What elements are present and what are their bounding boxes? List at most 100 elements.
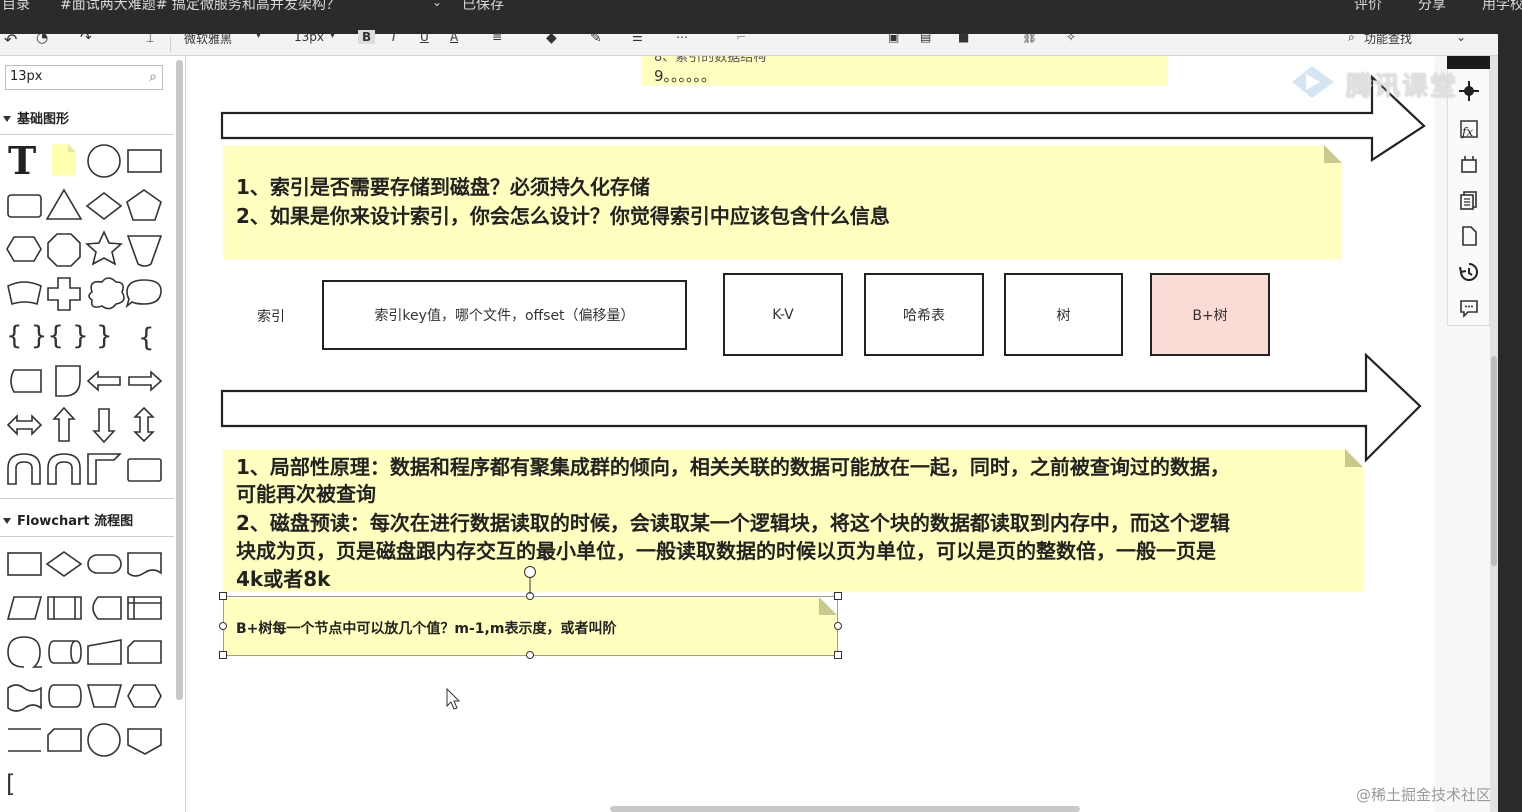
clear-format-icon[interactable]: ⌶ bbox=[146, 30, 154, 46]
connector-icon[interactable]: ⌐ bbox=[736, 30, 746, 44]
manual-operation-icon[interactable] bbox=[86, 684, 123, 708]
drawing-canvas[interactable]: 8、索引的数据结构 9。。。。。。 1、索引是否需要存储到磁盘？必须持久化存储 … bbox=[186, 56, 1434, 812]
chevron-down-icon[interactable]: ⌄ bbox=[1456, 30, 1466, 44]
predefined-process-icon[interactable] bbox=[47, 596, 82, 620]
resize-handle-w[interactable] bbox=[219, 622, 227, 630]
paper-tape-icon[interactable] bbox=[7, 684, 42, 712]
box-tree[interactable]: 树 bbox=[1004, 273, 1123, 356]
comment-button[interactable]: 评价 bbox=[1354, 0, 1382, 14]
parallel-mode-icon[interactable] bbox=[8, 728, 41, 752]
note-locality-line4: 块成为页，页是磁盘跟内存交互的最小单位，一般读取数据的时候以页为单位，可以是页的… bbox=[236, 539, 1216, 563]
loop-limit-icon[interactable] bbox=[47, 728, 82, 752]
note-bplus-node[interactable]: B+树每一个节点中可以放几个值？m-1,m表示度，或者叫阶 bbox=[223, 596, 838, 656]
direct-data-icon[interactable] bbox=[48, 640, 82, 664]
resize-handle-e[interactable] bbox=[834, 622, 842, 630]
note-bplus-text: B+树每一个节点中可以放几个值？m-1,m表示度，或者叫阶 bbox=[236, 621, 617, 637]
data-shape-icon[interactable] bbox=[6, 596, 43, 620]
resize-handle-nw[interactable] bbox=[219, 592, 227, 600]
window-edge bbox=[1498, 34, 1522, 812]
arrange-back-icon[interactable]: ▤ bbox=[920, 30, 931, 44]
formula-icon[interactable]: fx bbox=[1458, 118, 1480, 140]
shape-library-panel: 13px ⌕ 基础图形 T {}{}} {Flowchart 流程图 [ bbox=[0, 56, 186, 812]
terminator-shape-icon[interactable] bbox=[87, 554, 122, 574]
redo-icon[interactable]: ↷ bbox=[80, 30, 92, 46]
right-scrollbar[interactable] bbox=[1490, 56, 1498, 812]
preparation-shape-icon[interactable] bbox=[127, 684, 162, 708]
save-status: 已保存 bbox=[462, 0, 504, 13]
box-hash-table[interactable]: 哈希表 bbox=[864, 273, 984, 356]
internal-storage-icon[interactable] bbox=[127, 596, 162, 620]
chevron-down-icon[interactable]: ▾ bbox=[256, 30, 261, 41]
note-index-line1: 1、索引是否需要存储到磁盘？必须持久化存储 bbox=[236, 175, 650, 199]
history-icon[interactable] bbox=[1458, 261, 1480, 283]
search-icon[interactable]: ⌕ bbox=[1348, 30, 1355, 45]
note-locality-line1: 1、局部性原理：数据和程序都有聚集成群的倾向，相关关联的数据可能放在一起，同时，… bbox=[236, 455, 1230, 479]
page-icon[interactable] bbox=[1458, 225, 1480, 247]
connector-shape-icon[interactable] bbox=[87, 723, 121, 757]
box-kv[interactable]: K-V bbox=[723, 273, 843, 356]
canvas-horizontal-scrollbar[interactable] bbox=[610, 806, 1080, 812]
right-scrollbar-thumb[interactable] bbox=[1491, 356, 1497, 566]
card-shape-icon[interactable] bbox=[127, 640, 162, 664]
note-index-line2: 2、如果是你来设计索引，你会怎么设计？你觉得索引中应该包含什么信息 bbox=[236, 204, 890, 228]
resize-handle-se[interactable] bbox=[834, 651, 842, 659]
display-shape-icon[interactable] bbox=[48, 684, 82, 708]
app-window: 目录 #面试两大难题# 搞定微服务和高并发架构？ ⌄ 已保存 评价 分享 用学校… bbox=[0, 0, 1522, 812]
box-bplus-tree[interactable]: B+树 bbox=[1150, 273, 1270, 356]
label-index[interactable]: 索引 bbox=[257, 306, 285, 326]
underline-button[interactable]: U bbox=[420, 30, 429, 44]
annotation-shape-icon[interactable]: [ bbox=[6, 770, 15, 798]
font-family-select[interactable]: 微软雅黑 bbox=[184, 30, 232, 47]
flowchart-palette: [ bbox=[6, 551, 162, 798]
format-painter-icon[interactable]: ◔ bbox=[36, 30, 48, 46]
chevron-down-icon[interactable]: ▾ bbox=[330, 30, 335, 41]
arrange-front-icon[interactable]: ▣ bbox=[888, 30, 899, 44]
offpage-connector-icon[interactable] bbox=[127, 728, 162, 755]
box-index-info[interactable]: 索引key值，哪个文件，offset（偏移量） bbox=[322, 280, 687, 350]
font-size-select[interactable]: 13px bbox=[294, 30, 324, 44]
more-icon[interactable]: ⋯ bbox=[676, 30, 688, 44]
canvas-size-icon[interactable] bbox=[1458, 154, 1480, 176]
arrow-2[interactable] bbox=[220, 352, 1422, 463]
rotate-handle[interactable] bbox=[522, 564, 538, 594]
bold-button[interactable]: B bbox=[358, 30, 376, 44]
share-button[interactable]: 分享 bbox=[1418, 0, 1446, 14]
line-style-icon[interactable]: ☰ bbox=[632, 30, 643, 44]
manual-input-icon[interactable] bbox=[87, 639, 122, 665]
font-color-button[interactable]: A bbox=[450, 30, 458, 44]
line-color-icon[interactable]: ✎ bbox=[590, 30, 602, 46]
italic-button[interactable]: I bbox=[392, 30, 396, 44]
stored-data-icon[interactable] bbox=[92, 596, 122, 620]
user-button[interactable]: 用学校 bbox=[1482, 0, 1522, 14]
comment-icon[interactable] bbox=[1458, 297, 1480, 319]
brand-logo-text: 腾讯课堂 bbox=[1346, 72, 1459, 102]
pages-icon[interactable] bbox=[1458, 189, 1480, 211]
sequential-data-icon[interactable] bbox=[7, 636, 42, 668]
chevron-down-icon[interactable]: ⌄ bbox=[432, 0, 442, 9]
fill-color-icon[interactable]: ◆ bbox=[546, 30, 557, 46]
juejin-watermark: @稀土掘金技术社区 bbox=[1356, 786, 1492, 804]
resize-handle-ne[interactable] bbox=[834, 592, 842, 600]
decision-shape-icon[interactable] bbox=[45, 551, 83, 577]
note-index-questions[interactable]: 1、索引是否需要存储到磁盘？必须持久化存储 2、如果是你来设计索引，你会怎么设计… bbox=[223, 145, 1342, 259]
lock-icon[interactable]: ■ bbox=[958, 30, 969, 44]
left-panel-scrollbar[interactable] bbox=[176, 60, 183, 700]
undo-icon[interactable]: ↶ bbox=[4, 30, 17, 49]
magic-icon[interactable]: ✧ bbox=[1066, 30, 1076, 44]
document-title[interactable]: #面试两大难题# 搞定微服务和高并发架构？ bbox=[60, 0, 340, 14]
note-locality-line3: 2、磁盘预读：每次在进行数据读取的时候，会读取某一个逻辑块，将这个块的数据都读取… bbox=[236, 511, 1230, 535]
document-shape-icon[interactable] bbox=[127, 552, 162, 577]
process-shape-icon[interactable] bbox=[7, 552, 42, 576]
format-toolbar: ↶ ◔ ↷ ⌶ 微软雅黑 ▾ 13px ▾ B I U A ≡ ◆ ✎ ☰ ⋯ … bbox=[0, 30, 1500, 56]
feature-search[interactable]: 功能查找 bbox=[1364, 30, 1412, 47]
mouse-cursor-icon bbox=[446, 688, 461, 710]
resize-handle-sw[interactable] bbox=[219, 651, 227, 659]
svg-text:fx: fx bbox=[1461, 125, 1473, 139]
link-icon[interactable]: ⛓ bbox=[1022, 30, 1037, 44]
resize-handle-s[interactable] bbox=[526, 651, 534, 659]
note-locality-line2: 可能再次被查询 bbox=[236, 482, 376, 506]
note-locality-principle[interactable]: 1、局部性原理：数据和程序都有聚集成群的倾向，相关关联的数据可能放在一起，同时，… bbox=[223, 449, 1363, 592]
catalog-link[interactable]: 目录 bbox=[2, 0, 30, 14]
navigate-icon[interactable] bbox=[1458, 80, 1480, 102]
align-icon[interactable]: ≡ bbox=[492, 30, 502, 44]
